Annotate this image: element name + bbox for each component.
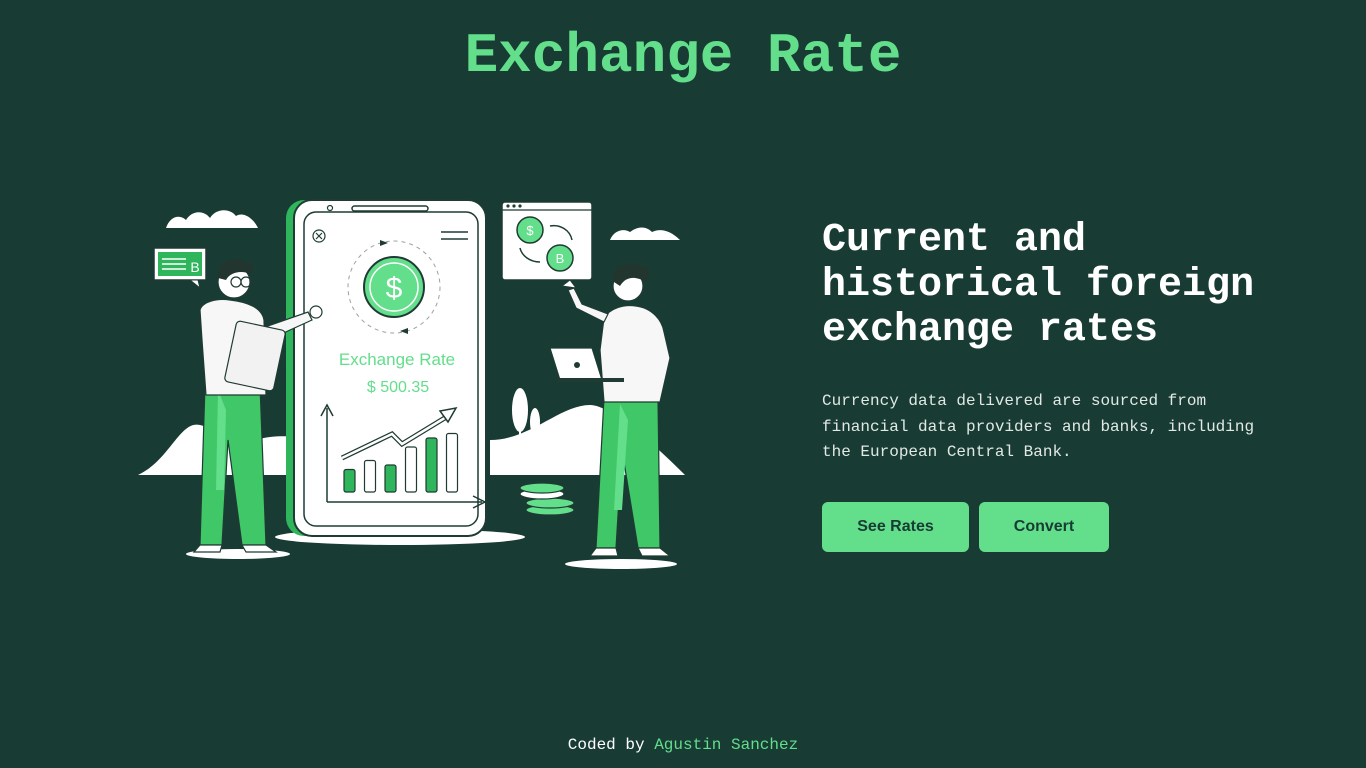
phone-title: Exchange Rate <box>339 350 455 369</box>
phone-chart-bar <box>384 464 397 493</box>
phone-chart-bar <box>363 459 377 493</box>
cloud-shape <box>610 227 680 240</box>
hero-illustration: $ Exchange Rate $ 500.35 B $ B <box>130 190 690 580</box>
hero-actions: See Rates Convert <box>822 501 1282 552</box>
see-rates-button[interactable]: See Rates <box>822 501 969 552</box>
footer-prefix: Coded by <box>567 736 655 754</box>
hero-description: Currency data delivered are sourced from… <box>822 392 1255 461</box>
svg-text:$: $ <box>526 223 534 238</box>
hero-headline: Current and historical foreign exchange … <box>822 218 1255 353</box>
svg-text:B: B <box>556 251 565 266</box>
convert-button[interactable]: Convert <box>979 501 1109 552</box>
exchange-window-icon <box>501 201 593 281</box>
phone-value: $ 500.35 <box>367 379 429 396</box>
footer: Coded by Agustin Sanchez <box>0 734 1366 756</box>
phone-chart-bar <box>445 432 459 493</box>
svg-text:$: $ <box>386 272 403 305</box>
cloud-shape <box>166 210 258 228</box>
author-link[interactable]: Agustin Sanchez <box>654 736 798 754</box>
tree-shape <box>530 408 540 436</box>
phone-chart-bar <box>343 468 356 493</box>
hero-section: Current and historical foreign exchange … <box>822 218 1282 552</box>
phone-chart-bar <box>404 446 418 493</box>
phone-chart-bar <box>425 437 438 493</box>
svg-text:B: B <box>190 259 199 275</box>
page-title: Exchange Rate <box>464 24 902 88</box>
